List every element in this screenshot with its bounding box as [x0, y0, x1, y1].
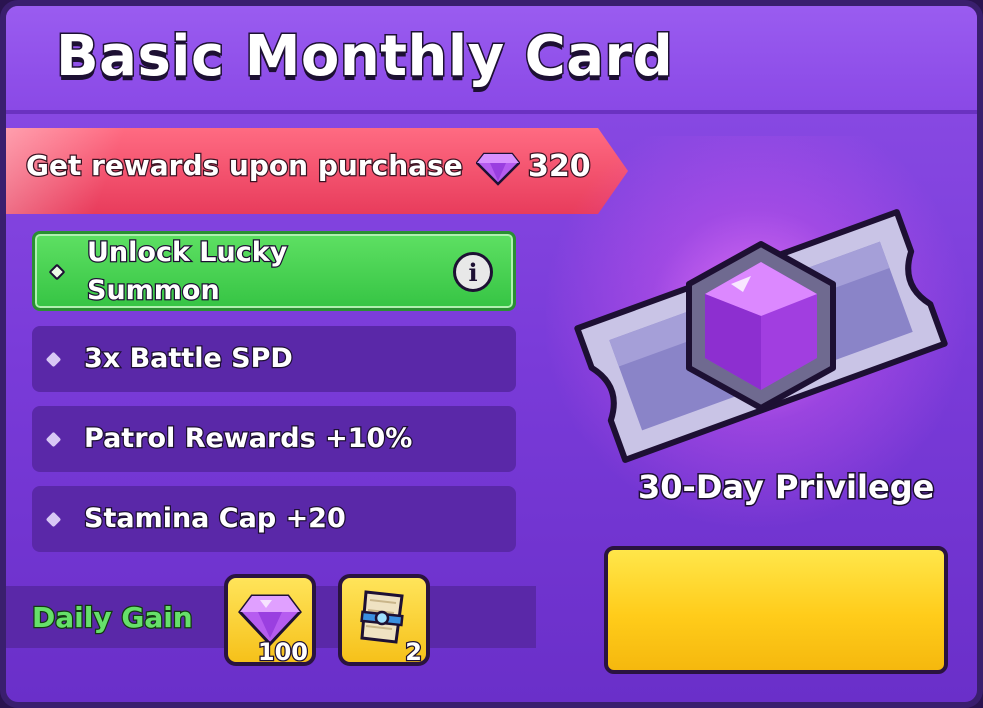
banner-text: Get rewards upon purchase [25, 148, 464, 184]
feature-row-stamina-cap: Stamina Cap +20 [32, 486, 516, 552]
reward-slot-scrolls[interactable]: 2 [338, 574, 430, 668]
diamond-bullet-icon [45, 511, 62, 528]
diamond-bullet-icon [45, 351, 62, 368]
purple-gem-icon [476, 152, 520, 186]
diamond-bullet-icon [48, 263, 66, 281]
feature-row-unlock-lucky-summon: Unlock Lucky Summon i [32, 231, 516, 311]
feature-label: Patrol Rewards +10% [83, 422, 414, 456]
feature-label-line2: Summon [86, 274, 221, 308]
info-icon[interactable]: i [453, 252, 493, 292]
purchase-button[interactable] [604, 546, 948, 674]
feature-row-patrol-rewards: Patrol Rewards +10% [32, 406, 516, 472]
page-title: Basic Monthly Card [54, 23, 674, 91]
reward-count: 2 [404, 637, 423, 668]
gem-ticket-icon [574, 209, 948, 463]
feature-label: Stamina Cap +20 [83, 502, 347, 536]
feature-label-line1: Unlock Lucky [86, 236, 289, 270]
diamond-bullet-icon [45, 431, 62, 448]
monthly-card-panel: Basic Monthly Card Get rewards upon purc… [0, 0, 983, 708]
daily-gain-label: Daily Gain [31, 600, 194, 636]
reward-slot-gems[interactable]: 100 [224, 574, 316, 668]
privilege-label: 30-Day Privilege [636, 467, 935, 508]
reward-count: 100 [257, 637, 310, 668]
feature-label: 3x Battle SPD [83, 342, 294, 376]
feature-row-battle-spd: 3x Battle SPD [32, 326, 516, 392]
